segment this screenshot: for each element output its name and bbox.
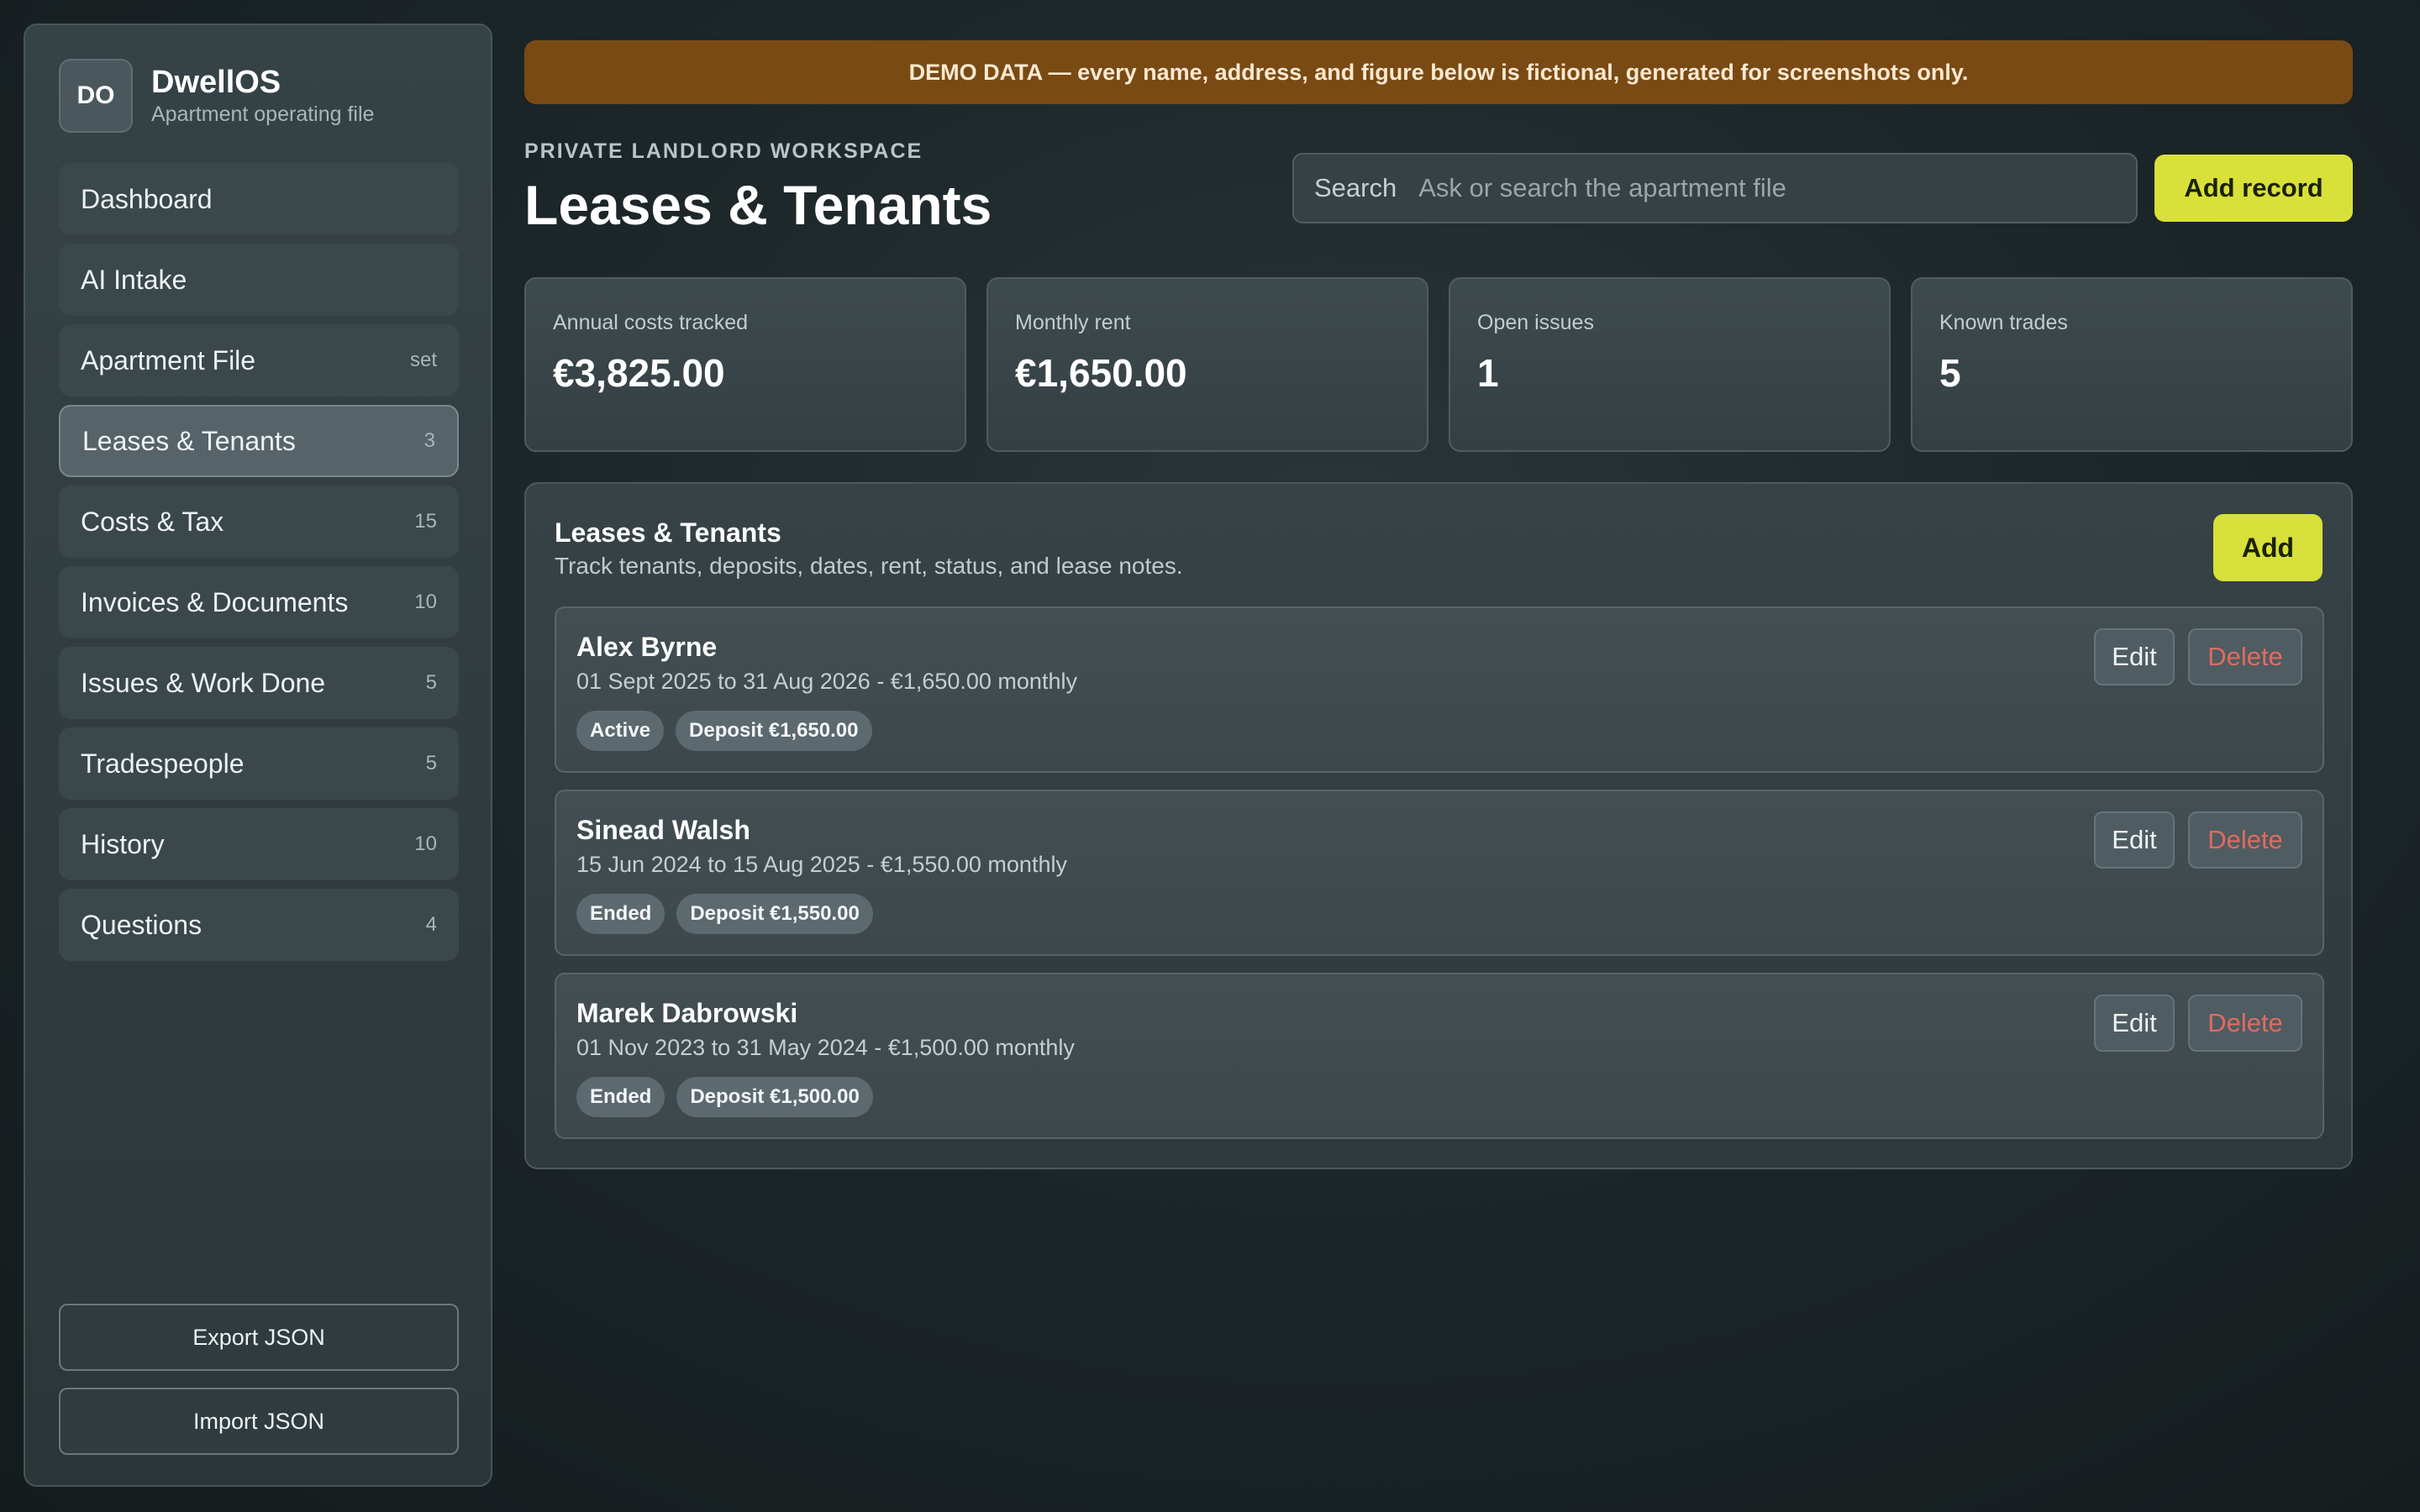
sidebar-item-count: 10 <box>414 591 437 613</box>
search-input[interactable] <box>1417 172 2116 204</box>
stat-card-known-trades: Known trades 5 <box>1911 277 2353 452</box>
stats-row: Annual costs tracked €3,825.00 Monthly r… <box>524 277 2353 452</box>
stat-value: €3,825.00 <box>553 351 725 395</box>
lease-card: Alex Byrne 01 Sept 2025 to 31 Aug 2026 -… <box>555 606 2324 773</box>
sidebar-item-ai-intake[interactable]: AI Intake <box>59 244 459 316</box>
app-subtitle: Apartment operating file <box>151 102 375 126</box>
sidebar-item-label: Questions <box>81 909 203 940</box>
sidebar-item-count: 3 <box>424 429 435 452</box>
lease-detail: 15 Jun 2024 to 15 Aug 2025 - €1,550.00 m… <box>576 852 1067 877</box>
deposit-badge: Deposit €1,650.00 <box>676 711 872 751</box>
export-json-button[interactable]: Export JSON <box>59 1304 459 1371</box>
sidebar-item-label: AI Intake <box>81 264 187 295</box>
brand-logo: DO <box>59 59 133 133</box>
stat-card-open-issues: Open issues 1 <box>1449 277 1891 452</box>
stat-card-annual-costs: Annual costs tracked €3,825.00 <box>524 277 966 452</box>
sidebar-item-count: 5 <box>425 752 437 774</box>
delete-button[interactable]: Delete <box>2188 995 2302 1052</box>
sidebar-item-questions[interactable]: Questions 4 <box>59 889 459 961</box>
stat-value: 5 <box>1939 351 1961 395</box>
sidebar-item-costs-tax[interactable]: Costs & Tax 15 <box>59 486 459 558</box>
tenant-name: Alex Byrne <box>576 632 718 662</box>
sidebar-item-count: 5 <box>425 671 437 694</box>
stat-value: 1 <box>1477 351 1499 395</box>
edit-button[interactable]: Edit <box>2094 995 2175 1052</box>
lease-detail: 01 Nov 2023 to 31 May 2024 - €1,500.00 m… <box>576 1035 1075 1060</box>
sidebar-item-dashboard[interactable]: Dashboard <box>59 163 459 235</box>
deposit-badge: Deposit €1,550.00 <box>676 894 873 934</box>
deposit-badge: Deposit €1,500.00 <box>676 1077 873 1117</box>
sidebar-item-count: set <box>409 349 437 371</box>
edit-button[interactable]: Edit <box>2094 811 2175 869</box>
delete-button[interactable]: Delete <box>2188 628 2302 685</box>
sidebar-item-label: Tradespeople <box>81 748 245 779</box>
page-title: Leases & Tenants <box>524 174 992 236</box>
stat-value: €1,650.00 <box>1015 351 1187 395</box>
stat-label: Monthly rent <box>1015 311 1131 334</box>
lease-detail: 01 Sept 2025 to 31 Aug 2026 - €1,650.00 … <box>576 669 1077 694</box>
sidebar-item-issues-work-done[interactable]: Issues & Work Done 5 <box>59 647 459 719</box>
stat-label: Known trades <box>1939 311 2068 334</box>
add-record-button[interactable]: Add record <box>2154 155 2353 222</box>
sidebar-item-count: 15 <box>414 510 437 533</box>
page-eyebrow: PRIVATE LANDLORD WORKSPACE <box>524 139 923 163</box>
brand: DO DwellOS Apartment operating file <box>59 59 374 133</box>
import-json-button[interactable]: Import JSON <box>59 1388 459 1455</box>
panel-subtitle: Track tenants, deposits, dates, rent, st… <box>555 553 1183 579</box>
panel-title: Leases & Tenants <box>555 517 781 548</box>
tenant-name: Sinead Walsh <box>576 815 750 845</box>
sidebar-item-label: Issues & Work Done <box>81 667 326 698</box>
delete-button[interactable]: Delete <box>2188 811 2302 869</box>
status-badge: Ended <box>576 1077 666 1117</box>
sidebar-item-history[interactable]: History 10 <box>59 808 459 880</box>
add-lease-button[interactable]: Add <box>2213 514 2323 581</box>
search-label: Search <box>1314 173 1397 202</box>
app-name: DwellOS <box>151 65 281 100</box>
sidebar-item-tradespeople[interactable]: Tradespeople 5 <box>59 727 459 800</box>
status-badge: Ended <box>576 894 666 934</box>
sidebar-item-leases-tenants[interactable]: Leases & Tenants 3 <box>59 405 459 477</box>
sidebar: DO DwellOS Apartment operating file Dash… <box>24 24 492 1487</box>
sidebar-item-label: Dashboard <box>81 183 213 214</box>
sidebar-item-invoices-documents[interactable]: Invoices & Documents 10 <box>59 566 459 638</box>
stat-card-monthly-rent: Monthly rent €1,650.00 <box>986 277 1428 452</box>
sidebar-item-label: Apartment File <box>81 344 256 375</box>
tenant-name: Marek Dabrowski <box>576 998 798 1028</box>
sidebar-item-label: Invoices & Documents <box>81 586 349 617</box>
sidebar-item-apartment-file[interactable]: Apartment File set <box>59 324 459 396</box>
sidebar-nav: Dashboard AI Intake Apartment File set L… <box>59 163 459 969</box>
leases-panel: Leases & Tenants Track tenants, deposits… <box>524 482 2353 1169</box>
stat-label: Open issues <box>1477 311 1594 334</box>
stat-label: Annual costs tracked <box>553 311 749 334</box>
sidebar-item-count: 4 <box>425 913 437 936</box>
search-bar: Search <box>1292 153 2138 223</box>
lease-card: Marek Dabrowski 01 Nov 2023 to 31 May 20… <box>555 973 2324 1139</box>
sidebar-item-label: Leases & Tenants <box>82 425 296 456</box>
edit-button[interactable]: Edit <box>2094 628 2175 685</box>
sidebar-item-label: History <box>81 828 165 859</box>
status-badge: Active <box>576 711 665 751</box>
lease-card: Sinead Walsh 15 Jun 2024 to 15 Aug 2025 … <box>555 790 2324 956</box>
sidebar-item-label: Costs & Tax <box>81 506 224 537</box>
demo-data-banner: DEMO DATA — every name, address, and fig… <box>524 40 2353 104</box>
sidebar-item-count: 10 <box>414 832 437 855</box>
